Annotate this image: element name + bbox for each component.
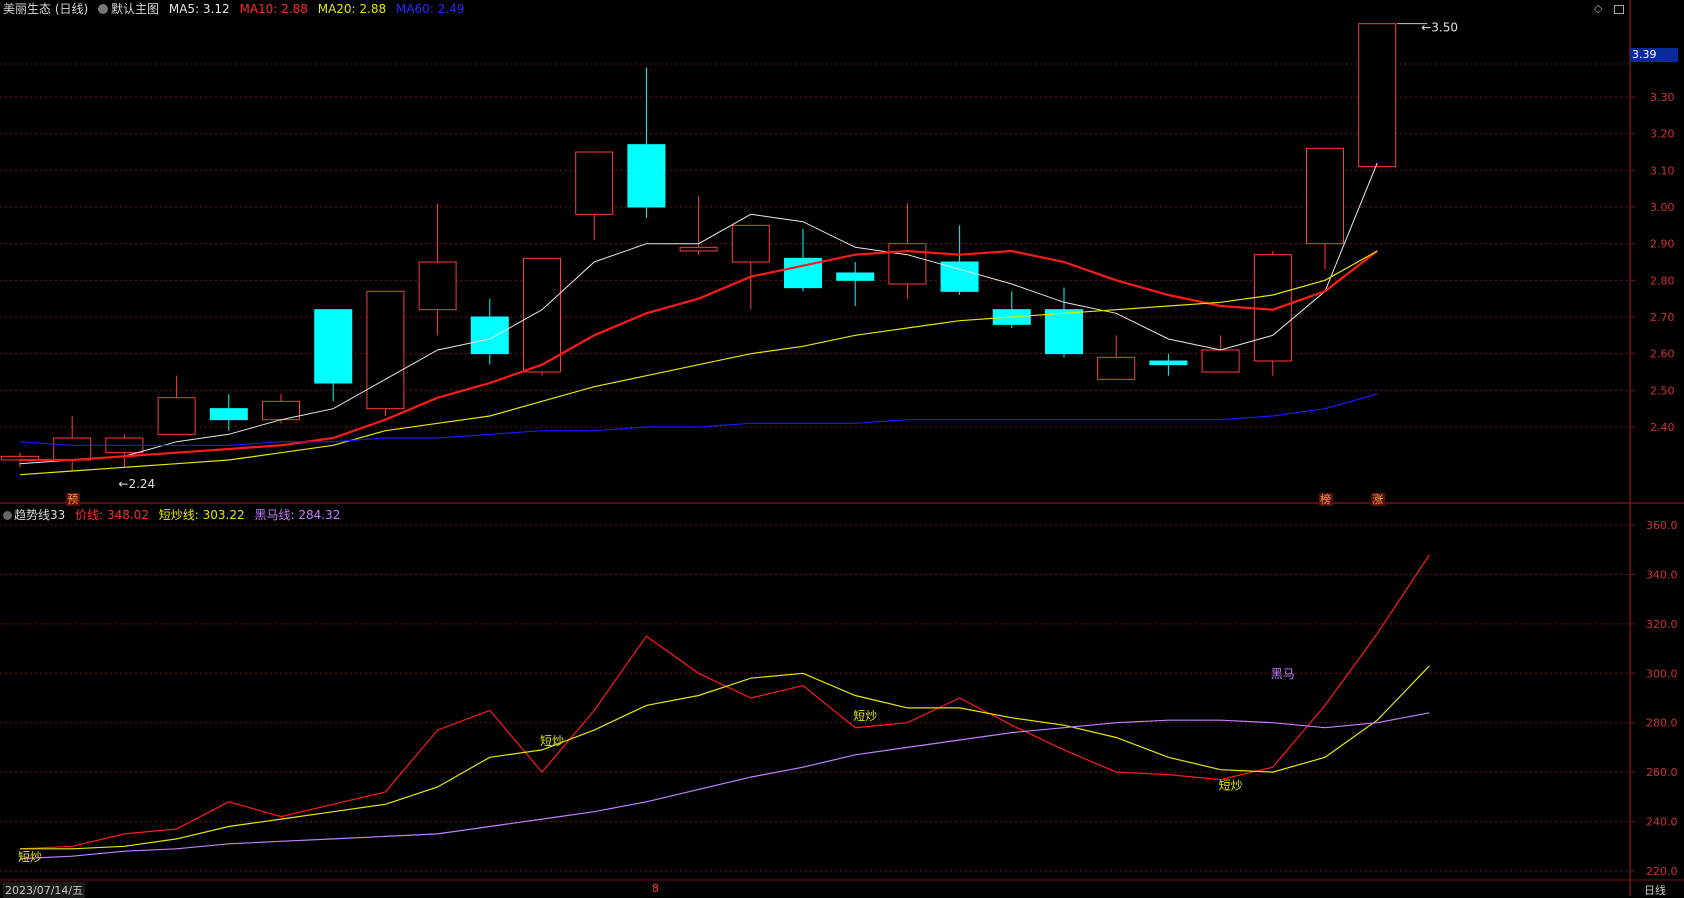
ma20-value: MA20: 2.88 xyxy=(317,2,387,16)
candle-body-down xyxy=(1045,309,1083,355)
restore-icon[interactable] xyxy=(1614,5,1624,14)
price-line-value: 价线: 348.02 xyxy=(75,508,149,522)
y-tick-label-sub: 260.0 xyxy=(1646,766,1678,779)
candle-body-up xyxy=(1306,147,1344,245)
candle xyxy=(1201,335,1240,373)
candle xyxy=(366,290,405,416)
candle xyxy=(1149,353,1188,376)
month-mark: 8 xyxy=(652,882,659,895)
horse-line-value: 黑马线: 284.32 xyxy=(254,508,341,522)
candle-body-down xyxy=(627,144,666,208)
candle-body-up xyxy=(575,151,614,215)
indicator-annotation: 短炒 xyxy=(540,734,564,748)
y-tick-label-sub: 280.0 xyxy=(1646,717,1678,730)
candle xyxy=(940,225,979,295)
candle-body-up xyxy=(1201,349,1240,373)
ma5-value: MA5: 3.12 xyxy=(168,2,230,16)
y-tick-label-sub: 300.0 xyxy=(1646,667,1678,680)
candle xyxy=(157,375,196,435)
chart-canvas[interactable]: ←3.50←2.24预榜涨 短炒短炒短炒短炒黑马 2.402.502.602.7… xyxy=(0,0,1684,896)
candle-body-up xyxy=(679,246,718,252)
candle xyxy=(418,203,457,336)
y-tick-label-main: 2.80 xyxy=(1650,274,1675,287)
candle xyxy=(784,229,822,292)
candle xyxy=(262,394,300,424)
line-ma10 xyxy=(20,249,1378,462)
marker-label: 榜 xyxy=(1320,492,1331,506)
candle-body-up xyxy=(523,257,561,373)
candle xyxy=(627,67,666,218)
indicator-icon[interactable] xyxy=(3,511,12,520)
y-tick-label-main: 3.30 xyxy=(1650,91,1675,104)
candle xyxy=(105,434,144,468)
high-label: ←3.50 xyxy=(1421,21,1458,35)
candle-body-up xyxy=(157,397,196,435)
candle xyxy=(836,262,875,306)
y-tick-label-main: 2.50 xyxy=(1650,384,1675,397)
y-tick-label-main: 2.70 xyxy=(1650,311,1675,324)
y-tick-label-sub: 220.0 xyxy=(1646,865,1678,878)
candle-body-down xyxy=(940,261,979,292)
candle-body-down xyxy=(209,408,248,421)
candle-body-up xyxy=(731,224,770,263)
candle-body-up xyxy=(53,437,92,461)
chart-mode-label[interactable]: 默认主图 xyxy=(111,2,159,16)
y-tick-label-sub: 360.0 xyxy=(1646,519,1678,532)
y-tick-label-main: 2.40 xyxy=(1650,421,1675,434)
y-tick-label-sub: 240.0 xyxy=(1646,816,1678,829)
candle xyxy=(1306,147,1344,270)
candle xyxy=(679,196,718,255)
candle-body-down xyxy=(470,316,509,355)
indicator-annotation: 黑马 xyxy=(1271,667,1295,681)
indicator-name[interactable]: 趋势线33 xyxy=(14,508,65,522)
candle-body-up xyxy=(366,290,405,410)
indicator-annotation: 短炒 xyxy=(18,850,42,864)
candle-body-down xyxy=(314,309,353,384)
candle-body-down xyxy=(836,272,875,281)
stock-label[interactable]: 美丽生态 (日线) xyxy=(3,2,88,16)
chart-mode-icon[interactable] xyxy=(98,4,109,14)
marker-label: 预 xyxy=(67,493,78,506)
y-tick-label-sub: 320.0 xyxy=(1646,618,1678,631)
indicator-header: 趋势线33 价线: 348.02 短炒线: 303.22 黑马线: 284.32 xyxy=(3,506,346,524)
candle xyxy=(53,416,92,471)
candle xyxy=(209,394,248,431)
diamond-icon[interactable]: ◇ xyxy=(1594,2,1602,15)
ma10-value: MA10: 2.88 xyxy=(239,2,308,16)
candle-body-up xyxy=(888,243,927,285)
candle xyxy=(1358,23,1397,168)
short-line-value: 短炒线: 303.22 xyxy=(158,508,245,522)
candle-body-down xyxy=(1149,360,1188,366)
low-label: ←2.24 xyxy=(118,477,155,491)
candle xyxy=(575,151,614,240)
candle xyxy=(1253,251,1292,376)
y-tick-label-sub: 340.0 xyxy=(1646,568,1678,581)
main-chart-header: 美丽生态 (日线) 默认主图 MA5: 3.12 MA10: 2.88 MA20… xyxy=(3,0,470,18)
y-tick-label-main: 2.90 xyxy=(1650,238,1675,251)
candle xyxy=(314,309,353,402)
y-tick-label-main: 3.00 xyxy=(1650,201,1675,214)
indicator-line-0 xyxy=(19,554,1430,850)
candle-body-up xyxy=(1358,23,1397,168)
candle xyxy=(992,291,1031,328)
indicator-annotation: 短炒 xyxy=(1219,778,1243,792)
marker-label: 涨 xyxy=(1372,493,1383,506)
ma60-value: MA60: 2.49 xyxy=(395,2,465,16)
candle-body-up xyxy=(418,261,457,311)
candle xyxy=(731,224,770,310)
candle-body-up xyxy=(1097,356,1136,380)
y-tick-label-main: 2.60 xyxy=(1650,348,1675,361)
y-tick-label-main: 3.20 xyxy=(1650,128,1675,141)
indicator-annotation: 短炒 xyxy=(853,709,877,723)
current-price-tag: 3.39 xyxy=(1630,48,1678,62)
y-tick-label-main: 3.10 xyxy=(1650,164,1675,177)
candle xyxy=(1097,335,1136,380)
